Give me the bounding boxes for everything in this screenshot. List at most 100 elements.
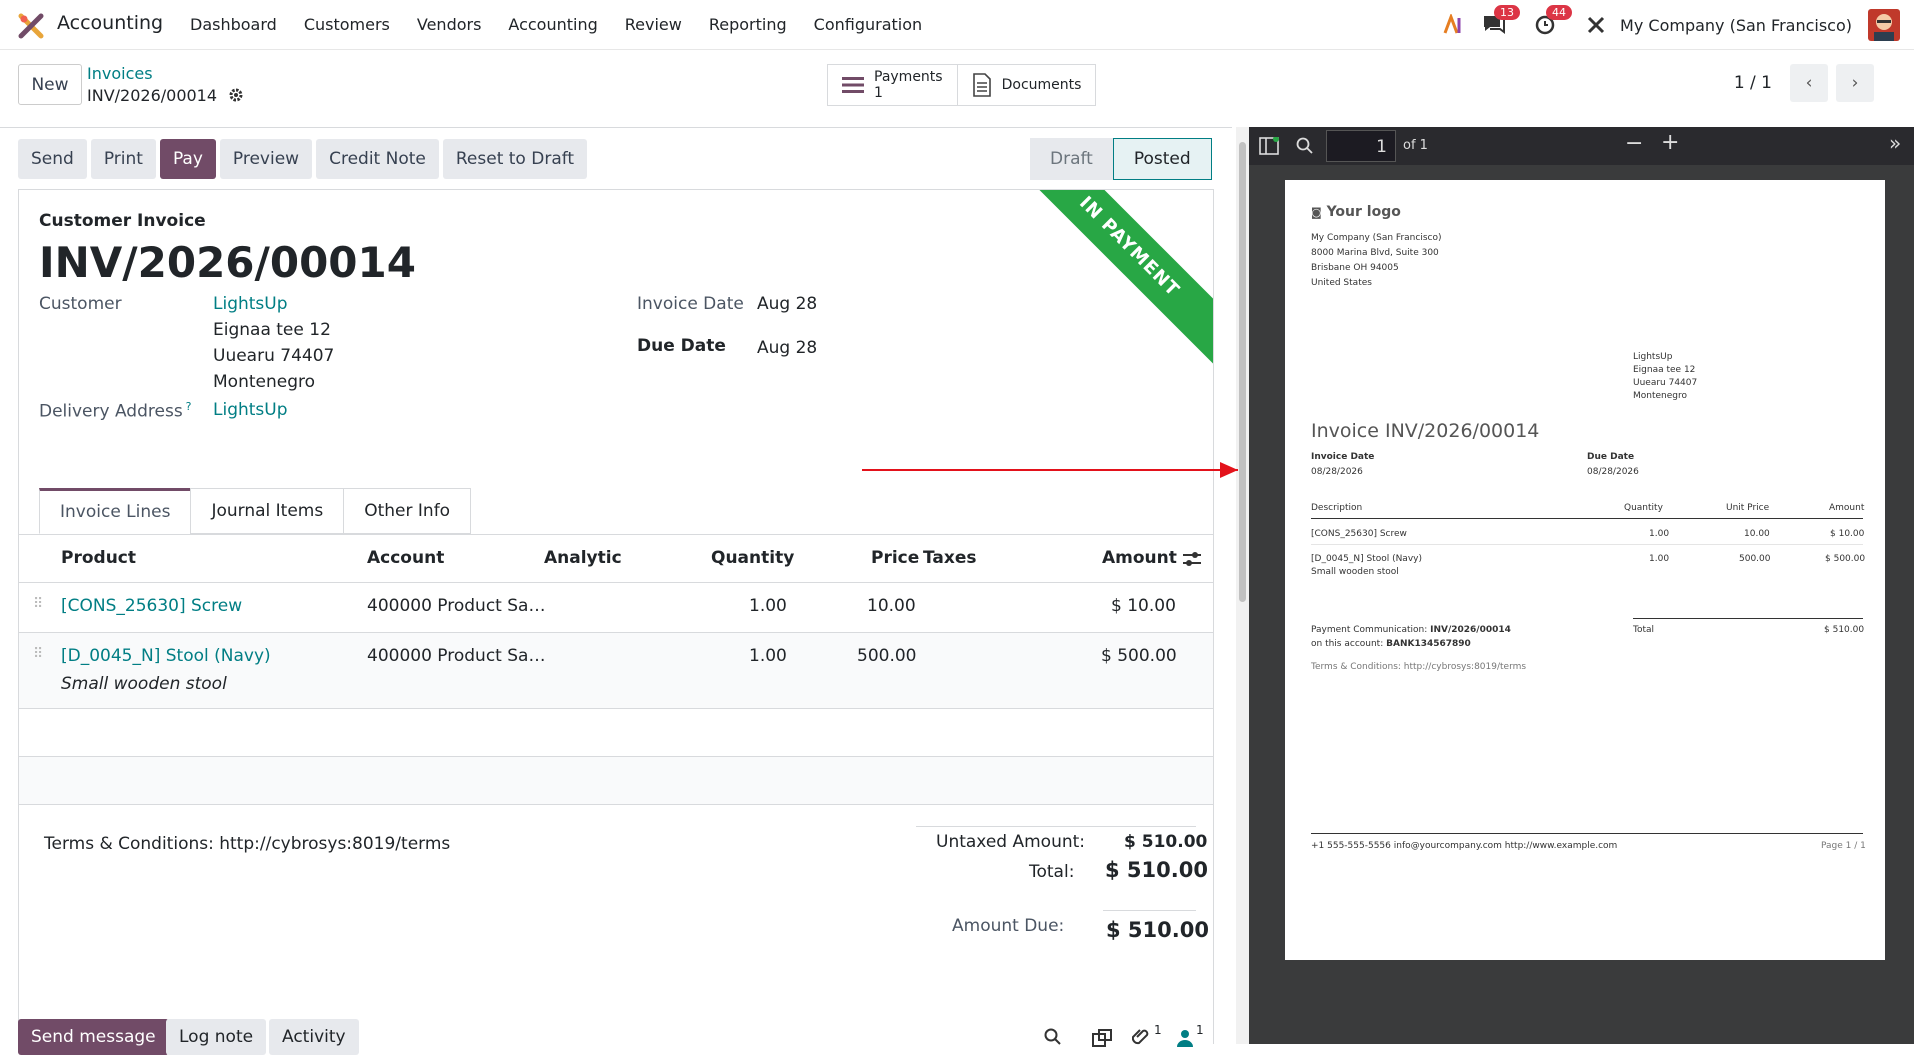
- payments-smart-button[interactable]: Payments 1: [828, 65, 958, 105]
- reset-to-draft-button[interactable]: Reset to Draft: [442, 139, 588, 179]
- line-price[interactable]: 10.00: [867, 596, 916, 616]
- menu-configuration[interactable]: Configuration: [814, 15, 923, 34]
- due-date-field[interactable]: Aug 28: [757, 338, 817, 358]
- customer-address-1: Eignaa tee 12: [213, 320, 331, 340]
- documents-label: Documents: [1001, 77, 1082, 93]
- menu-customers[interactable]: Customers: [304, 15, 390, 34]
- documents-smart-button[interactable]: Documents: [958, 65, 1096, 105]
- zoom-in-icon[interactable]: +: [1661, 130, 1679, 155]
- line-quantity[interactable]: 1.00: [749, 646, 787, 666]
- invoice-date-field[interactable]: Aug 28: [757, 294, 817, 314]
- form-sheet: IN PAYMENT Customer Invoice INV/2026/000…: [18, 189, 1214, 1044]
- log-note-button[interactable]: Log note: [166, 1019, 267, 1055]
- table-row[interactable]: ⠿ [CONS_25630] Screw 400000 Product Sa… …: [19, 582, 1213, 632]
- menu-review[interactable]: Review: [625, 15, 682, 34]
- pdf-page-input[interactable]: 1: [1326, 130, 1396, 162]
- line-product[interactable]: [D_0045_N] Stool (Navy): [61, 646, 271, 666]
- activity-button[interactable]: 44: [1534, 5, 1573, 38]
- total-amount: $ 510.00: [1105, 858, 1208, 882]
- line-product[interactable]: [CONS_25630] Screw: [61, 596, 242, 616]
- line-account[interactable]: 400000 Product Sa…: [367, 596, 545, 616]
- tab-invoice-lines[interactable]: Invoice Lines: [39, 488, 192, 534]
- pdf-line-sub: Small wooden stool: [1311, 567, 1399, 577]
- ai-icon[interactable]: [1442, 14, 1464, 36]
- customer-field[interactable]: LightsUp: [213, 294, 288, 314]
- status-posted[interactable]: Posted: [1112, 138, 1212, 180]
- line-price[interactable]: 500.00: [857, 646, 916, 666]
- paperclip-icon[interactable]: [1132, 1027, 1150, 1047]
- breadcrumb-invoices[interactable]: Invoices: [87, 64, 153, 83]
- line-description[interactable]: Small wooden stool: [61, 674, 227, 694]
- pay-button[interactable]: Pay: [159, 139, 216, 179]
- column-settings-icon[interactable]: [1182, 550, 1202, 568]
- col-taxes[interactable]: Taxes: [923, 548, 977, 568]
- tools-menu-icon[interactable]: »: [1889, 131, 1901, 155]
- col-product[interactable]: Product: [61, 548, 136, 568]
- pdf-total-label: Total: [1633, 625, 1655, 635]
- menu-accounting[interactable]: Accounting: [508, 15, 597, 34]
- table-row[interactable]: ⠿ [D_0045_N] Stool (Navy) Small wooden s…: [19, 632, 1213, 708]
- zoom-out-icon[interactable]: −: [1625, 131, 1643, 156]
- pdf-company-line: United States: [1311, 278, 1372, 288]
- annotation-arrowhead: [1220, 462, 1238, 478]
- top-navbar: Accounting Dashboard Customers Vendors A…: [0, 0, 1914, 50]
- pdf-search-icon[interactable]: [1296, 137, 1314, 155]
- company-switcher[interactable]: My Company (San Francisco): [1620, 16, 1852, 35]
- col-analytic[interactable]: Analytic: [544, 548, 622, 568]
- fullscreen-icon[interactable]: [1092, 1029, 1112, 1047]
- preview-button[interactable]: Preview: [219, 139, 313, 179]
- smart-buttons: Payments 1 Documents: [827, 64, 1097, 106]
- tab-other-info[interactable]: Other Info: [343, 488, 472, 534]
- chat-button[interactable]: 13: [1482, 5, 1521, 38]
- col-amount[interactable]: Amount: [1102, 548, 1177, 568]
- pager-next-button[interactable]: ›: [1836, 64, 1874, 102]
- send-message-button[interactable]: Send message: [18, 1019, 169, 1055]
- followers-icon[interactable]: [1176, 1028, 1194, 1048]
- drag-handle-icon[interactable]: ⠿: [33, 596, 43, 612]
- breadcrumb-current-label: INV/2026/00014: [87, 86, 218, 105]
- line-quantity[interactable]: 1.00: [749, 596, 787, 616]
- print-button[interactable]: Print: [90, 139, 156, 179]
- pdf-title: Invoice INV/2026/00014: [1311, 420, 1540, 442]
- activity-button[interactable]: Activity: [269, 1019, 359, 1055]
- untaxed-label: Untaxed Amount:: [936, 832, 1086, 852]
- pdf-viewer: 1 of 1 − + » ◙ Your logo My Company (San…: [1249, 127, 1914, 1044]
- user-avatar[interactable]: [1868, 9, 1900, 41]
- new-button[interactable]: New: [18, 64, 82, 105]
- pager-value[interactable]: 1 / 1: [1734, 73, 1772, 93]
- scrollbar-thumb[interactable]: [1239, 142, 1246, 602]
- menu-dashboard[interactable]: Dashboard: [190, 15, 277, 34]
- help-icon[interactable]: ?: [186, 400, 192, 413]
- col-price[interactable]: Price: [871, 548, 919, 568]
- menu-vendors[interactable]: Vendors: [417, 15, 482, 34]
- status-draft[interactable]: Draft: [1030, 138, 1113, 180]
- search-icon[interactable]: [1044, 1028, 1062, 1046]
- pdf-payment-communication: Payment Communication: INV/2026/00014: [1311, 625, 1511, 635]
- pdf-company-line: 8000 Marina Blvd, Suite 300: [1311, 248, 1439, 258]
- pager-previous-button[interactable]: ‹: [1790, 64, 1828, 102]
- delivery-address-field[interactable]: LightsUp: [213, 400, 288, 420]
- empty-row[interactable]: [19, 756, 1213, 804]
- empty-row[interactable]: [19, 708, 1213, 756]
- tab-journal-items[interactable]: Journal Items: [190, 488, 345, 534]
- menu-reporting[interactable]: Reporting: [709, 15, 787, 34]
- form-scrollbar[interactable]: [1236, 127, 1249, 1044]
- pdf-customer-line: Uuearu 74407: [1633, 378, 1698, 388]
- col-account[interactable]: Account: [367, 548, 444, 568]
- credit-note-button[interactable]: Credit Note: [316, 139, 439, 179]
- send-button[interactable]: Send: [18, 139, 87, 179]
- pdf-th-price: Unit Price: [1726, 503, 1770, 513]
- gear-icon[interactable]: [228, 87, 244, 103]
- app-logo-icon[interactable]: [18, 13, 44, 39]
- camera-icon: ◙: [1311, 206, 1322, 219]
- sidebar-toggle-icon[interactable]: [1259, 137, 1279, 155]
- drag-handle-icon[interactable]: ⠿: [33, 646, 43, 662]
- app-name[interactable]: Accounting: [57, 12, 163, 34]
- col-quantity[interactable]: Quantity: [711, 548, 794, 568]
- amount-due: $ 510.00: [1106, 918, 1209, 942]
- line-account[interactable]: 400000 Product Sa…: [367, 646, 545, 666]
- tools-icon[interactable]: [1586, 15, 1606, 35]
- pdf-invoice-date: 08/28/2026: [1311, 467, 1363, 477]
- pdf-row-rule: [1311, 544, 1863, 545]
- terms-conditions[interactable]: Terms & Conditions: http://cybrosys:8019…: [44, 834, 450, 854]
